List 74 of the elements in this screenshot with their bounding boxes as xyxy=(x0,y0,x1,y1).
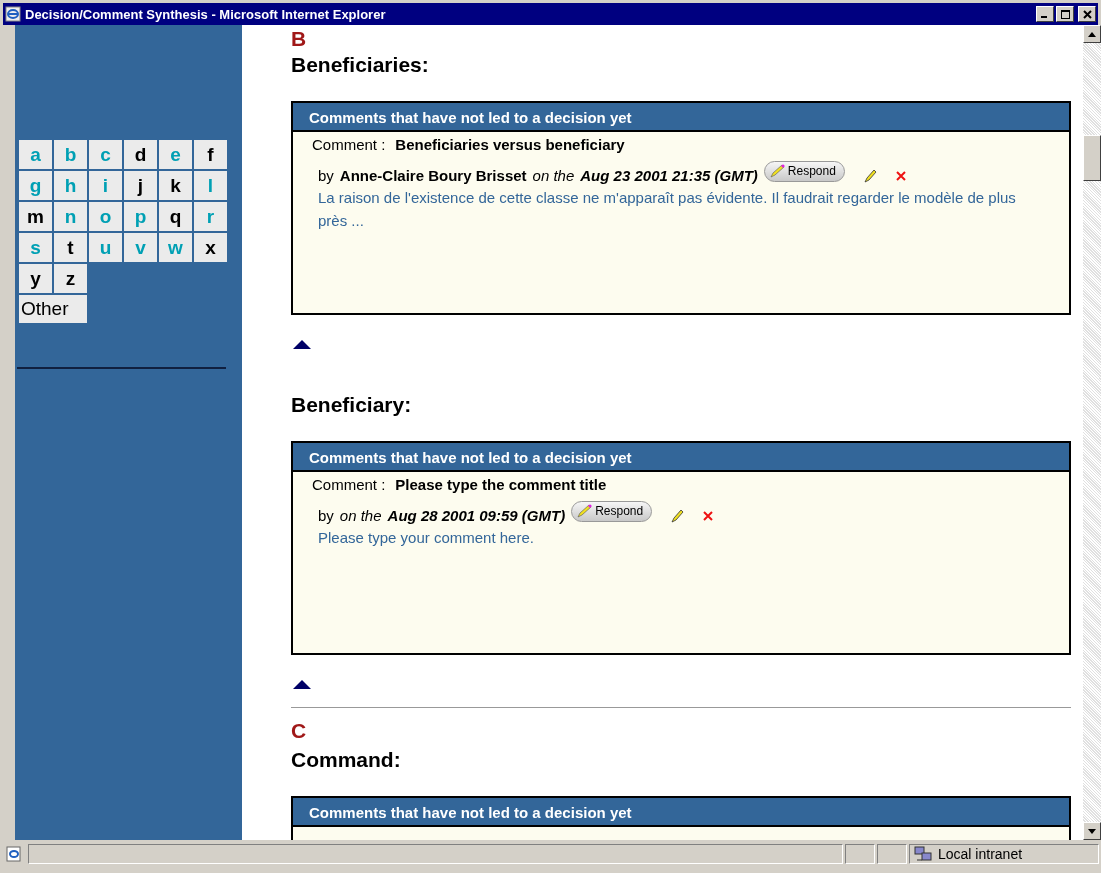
close-button[interactable] xyxy=(1078,6,1096,22)
panel-header: Comments that have not led to a decision yet xyxy=(293,103,1069,132)
respond-button[interactable]: Respond xyxy=(571,501,653,522)
letter-link[interactable]: p xyxy=(124,202,157,231)
close-icon xyxy=(1082,9,1092,19)
author-name: Anne-Claire Boury Brisset xyxy=(339,167,527,184)
scroll-up-icon[interactable] xyxy=(1088,31,1096,37)
letter-link[interactable]: r xyxy=(194,202,227,231)
letter-link[interactable]: z xyxy=(54,264,87,293)
zone-label: Local intranet xyxy=(938,845,1023,862)
section-letter: B xyxy=(291,31,308,47)
pencil-icon[interactable] xyxy=(862,168,877,183)
back-to-top-icon[interactable] xyxy=(293,340,311,349)
letter-link[interactable]: g xyxy=(19,171,52,200)
maximize-icon xyxy=(1060,9,1070,19)
letter-link[interactable]: a xyxy=(19,140,52,169)
comment-text: La raison de l'existence de cette classe ne m'apparaît pas évidente. Il faudrait regarder le modèle de plus près ... xyxy=(317,188,1017,231)
comment-title: Beneficiaries versus beneficiary xyxy=(395,136,625,153)
browser-icon xyxy=(5,6,21,22)
comment-date: Aug 28 2001 09:59 (GMT) xyxy=(387,507,566,524)
section-title: Beneficiary: xyxy=(291,393,413,417)
window-title: Decision/Comment Synthesis - Microsoft Internet Explorer xyxy=(25,6,387,22)
comment-label: Comment : xyxy=(312,136,386,153)
maximize-button[interactable] xyxy=(1056,6,1074,22)
other-link[interactable]: Other xyxy=(19,295,87,323)
pencil-icon xyxy=(768,164,785,178)
back-to-top-icon[interactable] xyxy=(293,680,311,689)
scroll-thumb[interactable] xyxy=(1083,135,1101,181)
section-letter: C xyxy=(291,720,308,742)
pencil-icon xyxy=(576,504,593,518)
by-label: by xyxy=(318,167,334,184)
panel-header: Comments that have not led to a decision yet xyxy=(293,443,1069,472)
letter-link[interactable]: l xyxy=(194,171,227,200)
letter-link[interactable]: t xyxy=(54,233,87,262)
by-label: by xyxy=(318,507,334,524)
letter-link[interactable]: w xyxy=(159,233,192,262)
letter-link[interactable]: o xyxy=(89,202,122,231)
letter-link[interactable]: m xyxy=(19,202,52,231)
panel-header: Comments that have not led to a decision yet xyxy=(293,798,1069,827)
on-label: on the xyxy=(532,167,575,184)
scrollbar[interactable] xyxy=(1083,25,1101,840)
letter-link[interactable]: u xyxy=(89,233,122,262)
letter-link[interactable]: y xyxy=(19,264,52,293)
page-icon xyxy=(6,845,22,862)
network-icon xyxy=(914,845,932,862)
letter-link[interactable]: q xyxy=(159,202,192,231)
letter-link[interactable]: f xyxy=(194,140,227,169)
letter-link[interactable]: i xyxy=(89,171,122,200)
letter-link[interactable]: e xyxy=(159,140,192,169)
comment-date: Aug 23 2001 21:35 (GMT) xyxy=(580,167,758,184)
respond-button[interactable]: Respond xyxy=(763,161,845,182)
letter-link[interactable]: j xyxy=(124,171,157,200)
scroll-down-icon[interactable] xyxy=(1088,828,1096,834)
comment-text: Please type your comment here. xyxy=(317,528,535,548)
status-pane xyxy=(877,843,907,864)
comment-title: Please type the comment title xyxy=(395,476,607,493)
letter-link[interactable]: k xyxy=(159,171,192,200)
letter-link[interactable]: c xyxy=(89,140,122,169)
delete-icon[interactable] xyxy=(894,169,907,182)
minimize-button[interactable] xyxy=(1036,6,1054,22)
section-title: Command: xyxy=(291,748,402,772)
delete-icon[interactable] xyxy=(702,509,715,522)
letter-link[interactable]: n xyxy=(54,202,87,231)
letter-link[interactable]: x xyxy=(194,233,227,262)
letter-link[interactable]: s xyxy=(19,233,52,262)
letter-link[interactable]: v xyxy=(124,233,157,262)
on-label: on the xyxy=(339,507,382,524)
section-title: Beneficiaries: xyxy=(291,53,430,77)
letter-link[interactable]: b xyxy=(54,140,87,169)
letter-link[interactable]: h xyxy=(54,171,87,200)
comment-label: Comment : xyxy=(312,476,386,493)
letter-link[interactable]: d xyxy=(124,140,157,169)
status-pane xyxy=(845,843,875,864)
pencil-icon[interactable] xyxy=(670,508,685,523)
